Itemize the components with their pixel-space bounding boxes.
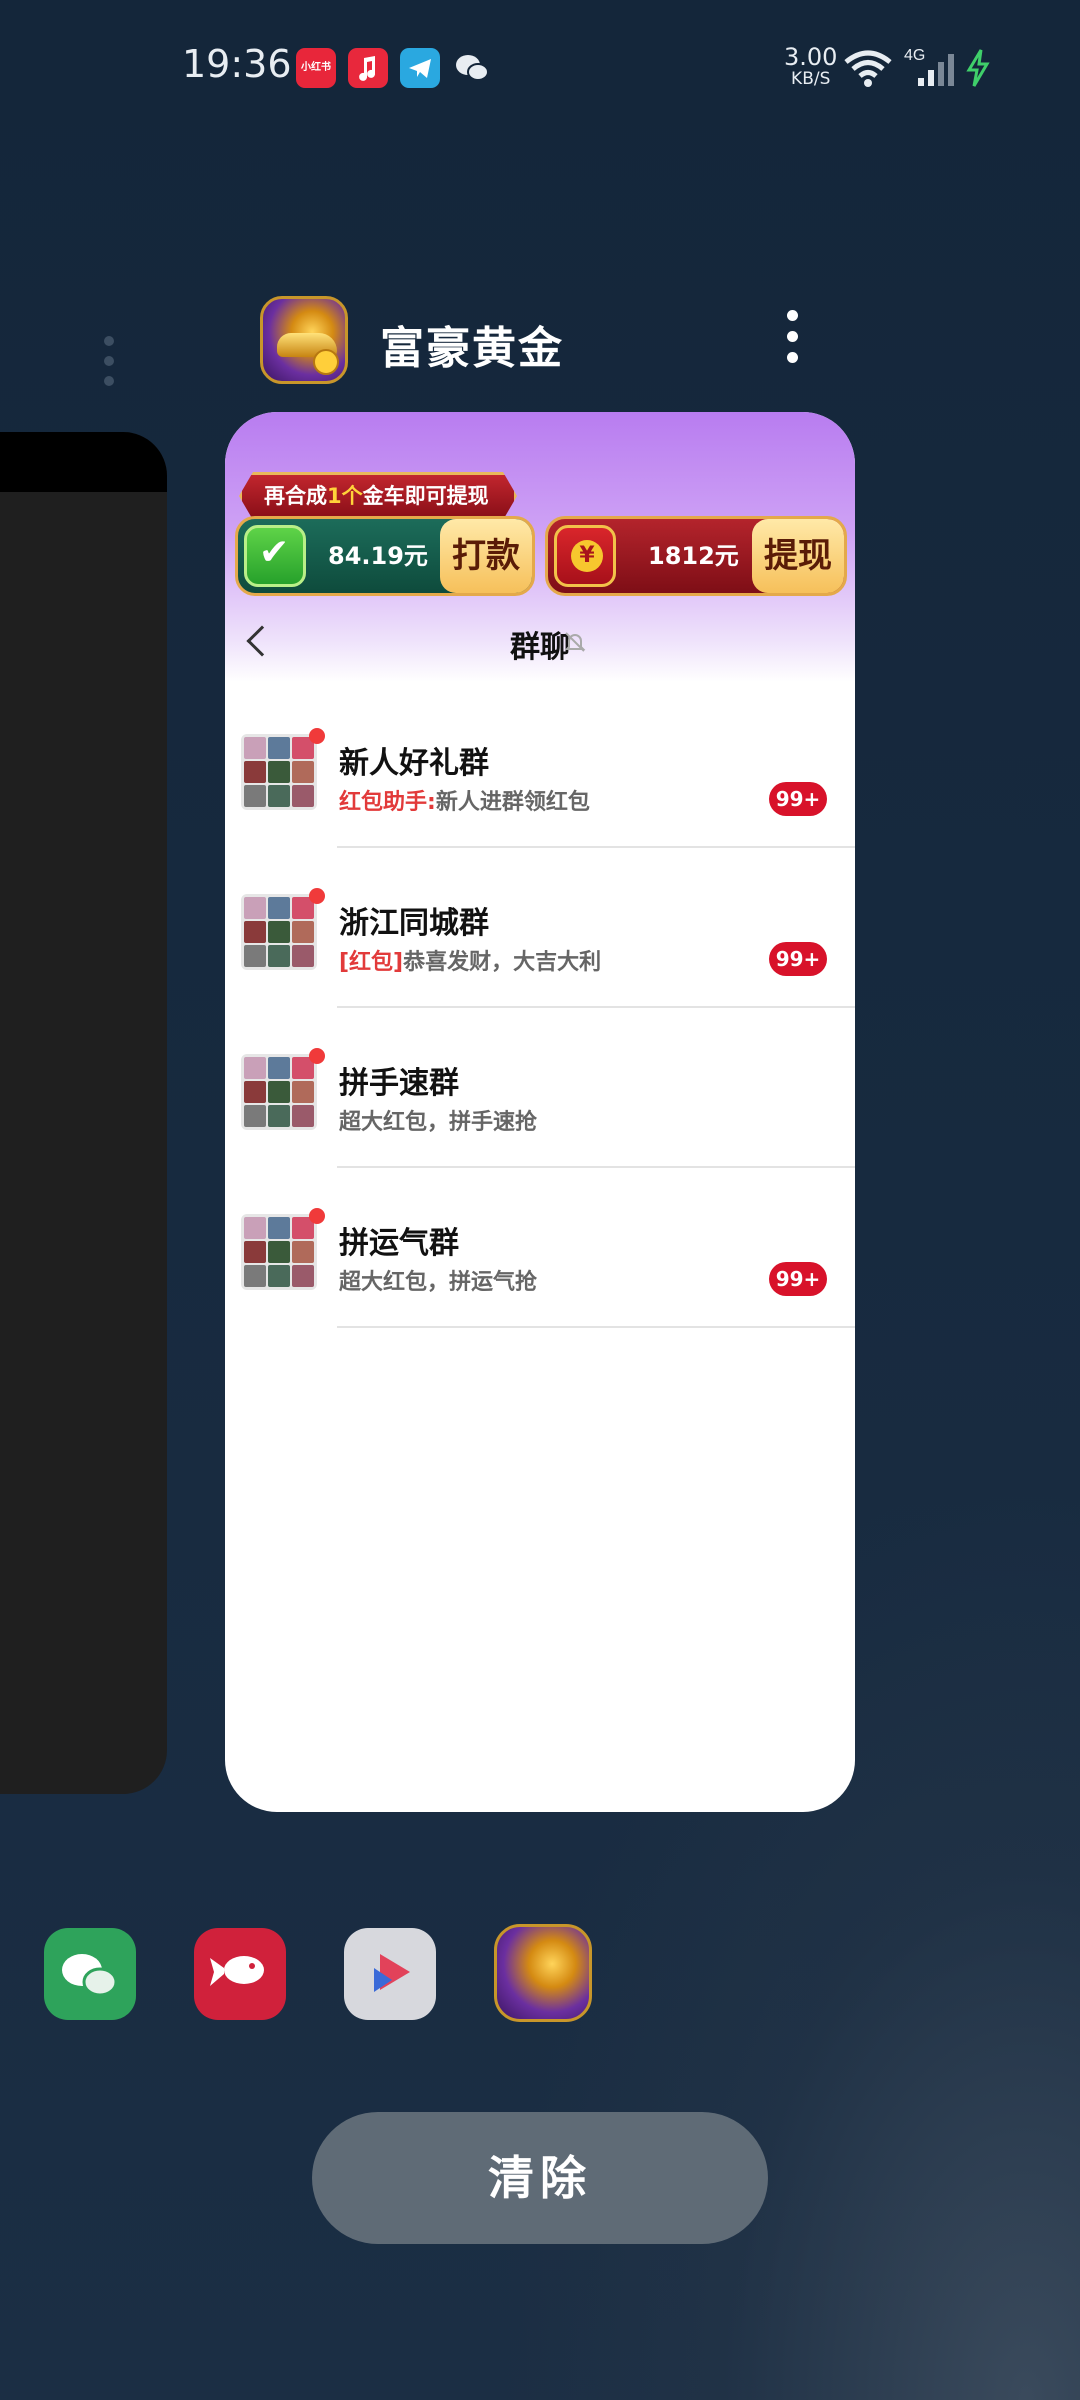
wallet-amount: 84.19元: [328, 542, 428, 570]
chat-preview: [红包]恭喜发财，大吉大利: [339, 950, 602, 975]
telegram-icon: [400, 48, 440, 88]
recent-app-header: 富豪黄金: [260, 296, 820, 386]
gold-car-app-icon[interactable]: [260, 296, 348, 384]
page-title: 群聊: [510, 630, 570, 665]
previous-app-menu-icon[interactable]: [104, 336, 116, 396]
payout-button[interactable]: 打款: [440, 519, 532, 593]
chat-row-luck[interactable]: 拼运气群 超大红包，拼运气抢 99+: [225, 1168, 855, 1328]
chat-row-speed[interactable]: 拼手速群 超大红包，拼手速抢: [225, 1008, 855, 1168]
recent-app-card[interactable]: 再合成1个金车即可提现 84.19元 打款 1812元 提现 群聊 新人好礼群 …: [225, 412, 855, 1812]
video-player-icon[interactable]: [344, 1928, 436, 2020]
unread-badge: 99+: [769, 782, 827, 816]
wallet-check-icon: [244, 525, 306, 587]
chat-row-zhejiang[interactable]: 浙江同城群 [红包]恭喜发财，大吉大利 99+: [225, 848, 855, 1008]
wallet-balance-pill: 84.19元 打款: [235, 516, 535, 596]
status-bar: 19:36 小红书 3.00 KB/S 4G: [0, 0, 1080, 130]
unread-dot: [309, 728, 325, 744]
unread-badge: 99+: [769, 942, 827, 976]
gold-car-app-icon[interactable]: [494, 1924, 592, 2022]
group-avatar: [241, 734, 317, 810]
svg-text:4G: 4G: [904, 47, 925, 64]
music-icon: [348, 48, 388, 88]
chat-preview: 超大红包，拼手速抢: [339, 1110, 538, 1135]
chat-row-new-user[interactable]: 新人好礼群 红包助手:新人进群领红包 99+: [225, 688, 855, 848]
unread-dot: [309, 1208, 325, 1224]
more-options-icon[interactable]: [782, 310, 802, 370]
withdraw-button[interactable]: 提现: [752, 519, 844, 593]
xiaohongshu-icon: 小红书: [296, 48, 336, 88]
coin-balance-pill: 1812元 提现: [545, 516, 847, 596]
wechat-icon[interactable]: [44, 1928, 136, 2020]
unread-dot: [309, 1048, 325, 1064]
charging-icon: [964, 48, 992, 92]
chat-nav-bar: 群聊: [225, 608, 855, 674]
unread-badge: 99+: [769, 1262, 827, 1296]
status-time: 19:36: [182, 42, 292, 86]
wechat-icon: [452, 48, 492, 88]
previous-app-card[interactable]: [0, 432, 167, 1794]
mute-bell-icon: [563, 630, 587, 658]
wifi-icon: [842, 48, 894, 92]
clear-all-button[interactable]: 清除: [312, 2112, 768, 2244]
red-envelope-icon: [554, 525, 616, 587]
app-title: 富豪黄金: [380, 323, 564, 374]
chat-preview: 超大红包，拼运气抢: [339, 1270, 538, 1295]
group-avatar: [241, 1214, 317, 1290]
unread-dot: [309, 888, 325, 904]
chat-preview: 红包助手:新人进群领红包: [339, 790, 590, 815]
jd-icon[interactable]: [194, 1928, 286, 2020]
network-speed: 3.00 KB/S: [784, 43, 838, 89]
chat-name: 浙江同城群: [339, 906, 489, 941]
chat-list: 新人好礼群 红包助手:新人进群领红包 99+ 浙江同城群 [红包]恭喜发财，大吉…: [225, 688, 855, 1328]
signal-icon: 4G: [904, 46, 960, 94]
group-avatar: [241, 894, 317, 970]
synthesis-ribbon: 再合成1个金车即可提现: [239, 472, 517, 520]
coin-amount: 1812元: [648, 542, 739, 570]
group-avatar: [241, 1054, 317, 1130]
chat-name: 新人好礼群: [339, 746, 489, 781]
chat-name: 拼运气群: [339, 1226, 459, 1261]
chat-name: 拼手速群: [339, 1066, 459, 1101]
